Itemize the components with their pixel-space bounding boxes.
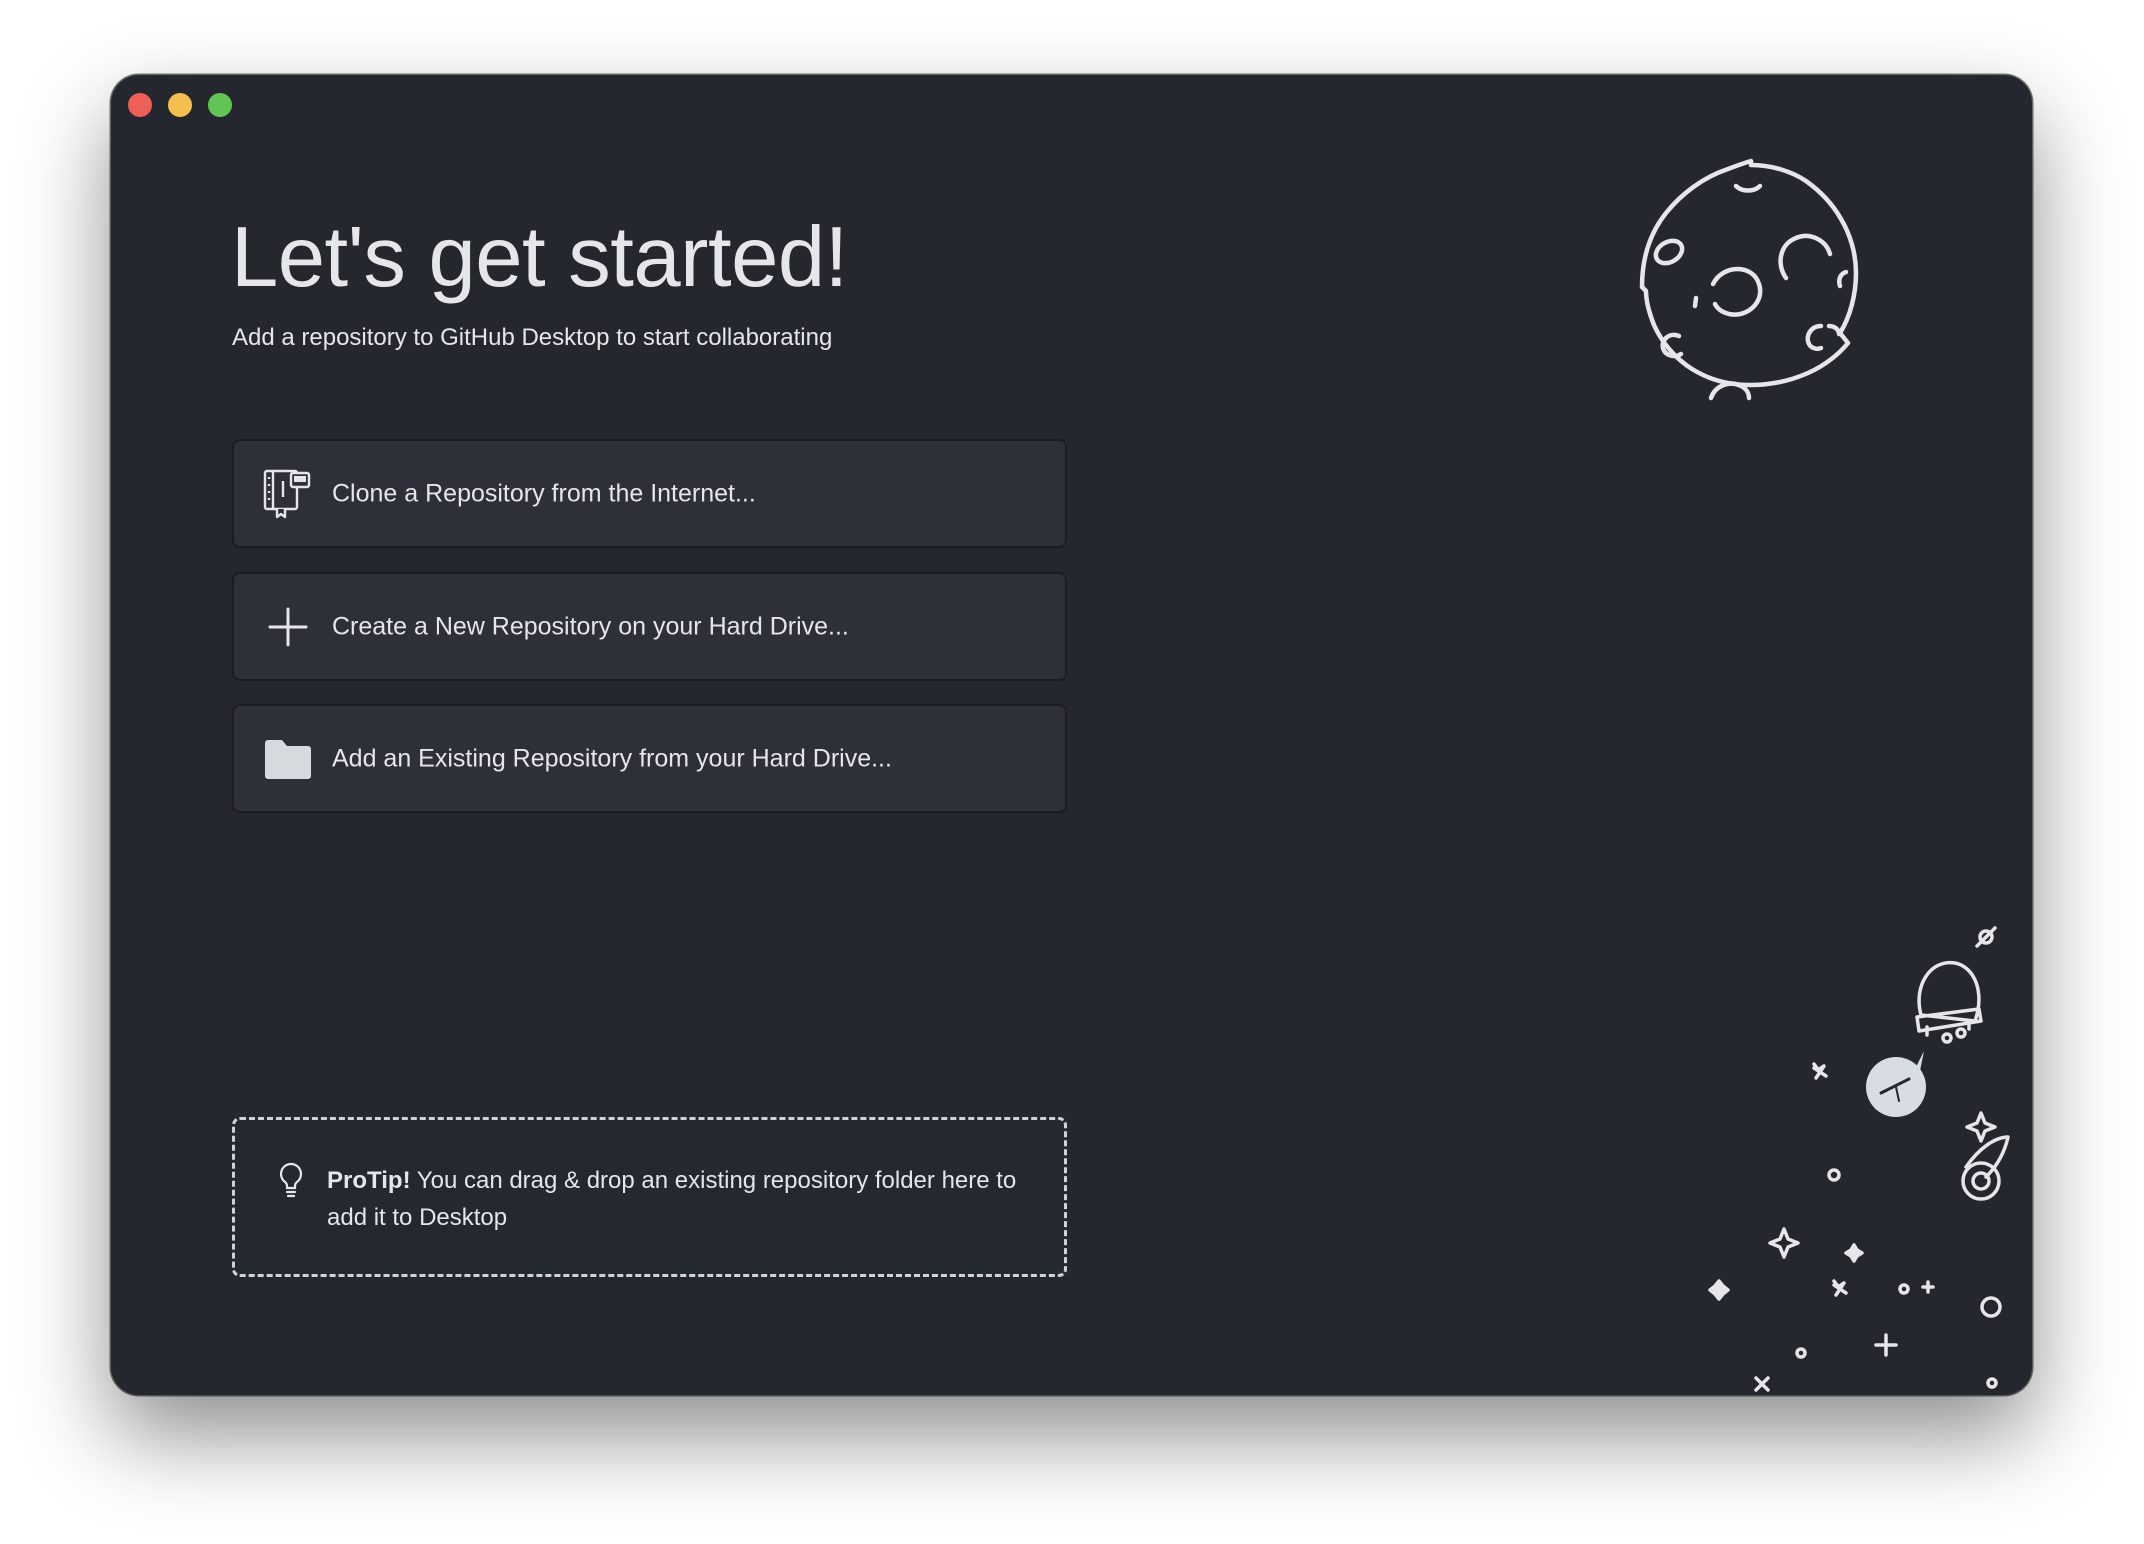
create-repository-label: Create a New Repository on your Hard Dri… bbox=[332, 612, 849, 640]
lightbulb-icon bbox=[279, 1162, 303, 1198]
protip-lead: ProTip! bbox=[327, 1167, 411, 1194]
zoom-window-button[interactable] bbox=[208, 93, 232, 117]
protip-dropzone[interactable]: ProTip! You can drag & drop an existing … bbox=[232, 1117, 1067, 1277]
add-existing-repository-button[interactable]: Add an Existing Repository from your Har… bbox=[232, 704, 1067, 813]
app-window: Let's get started! Add a repository to G… bbox=[111, 75, 2032, 1395]
minimize-window-button[interactable] bbox=[168, 93, 192, 117]
create-repository-button[interactable]: Create a New Repository on your Hard Dri… bbox=[232, 572, 1067, 681]
moon-illustration bbox=[1639, 158, 1859, 401]
add-existing-repository-label: Add an Existing Repository from your Har… bbox=[332, 744, 892, 772]
space-illustration bbox=[1708, 926, 2010, 1392]
close-window-button[interactable] bbox=[128, 93, 152, 117]
clone-repository-label: Clone a Repository from the Internet... bbox=[332, 479, 756, 507]
page-subtitle: Add a repository to GitHub Desktop to st… bbox=[232, 324, 833, 351]
folder-icon bbox=[262, 733, 314, 785]
repo-clone-icon bbox=[262, 468, 314, 520]
clone-repository-button[interactable]: Clone a Repository from the Internet... bbox=[232, 439, 1067, 548]
page-title: Let's get started! bbox=[231, 210, 848, 305]
plus-icon bbox=[262, 601, 314, 653]
protip-text: ProTip! You can drag & drop an existing … bbox=[327, 1162, 1027, 1236]
protip-body: You can drag & drop an existing reposito… bbox=[327, 1167, 1017, 1231]
